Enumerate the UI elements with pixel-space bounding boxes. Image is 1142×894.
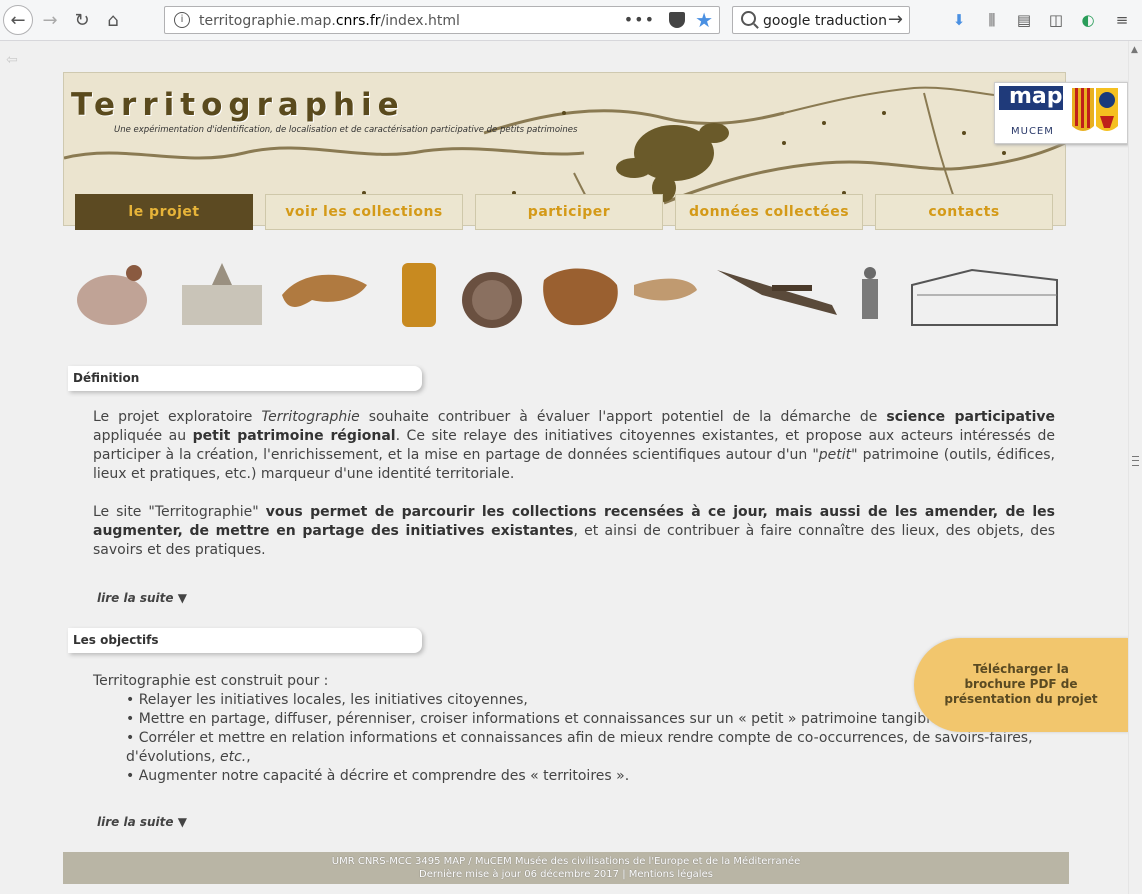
forward-button[interactable]: → — [36, 6, 64, 34]
page-actions-menu[interactable]: ••• — [624, 10, 655, 29]
home-icon: ⌂ — [107, 9, 119, 31]
page-scrollbar[interactable]: ▲ — [1128, 41, 1142, 894]
wooden-tool-illustration — [634, 278, 697, 301]
scroll-thumb[interactable] — [1132, 456, 1139, 466]
home-button[interactable]: ⌂ — [99, 6, 127, 34]
tab-le-projet[interactable]: le projet — [75, 194, 253, 230]
objectives-list: Territographie est construit pour : • Re… — [93, 672, 1055, 786]
search-icon — [741, 11, 756, 26]
definition-read-more-link[interactable]: lire la suite ▼ — [97, 591, 187, 605]
footer-credits: UMR CNRS-MCC 3495 MAP / MuCEM Musée des … — [331, 856, 801, 867]
site-footer: UMR CNRS-MCC 3495 MAP / MuCEM Musée des … — [63, 852, 1069, 884]
reload-button[interactable]: ↻ — [68, 6, 96, 34]
menu-icon[interactable]: ≡ — [1113, 11, 1131, 29]
search-go-icon[interactable]: → — [888, 9, 903, 30]
amber-block-illustration — [402, 263, 436, 327]
tab-donnees-collectees[interactable]: données collectées — [675, 194, 863, 230]
scroll-up-icon[interactable]: ▲ — [1131, 45, 1138, 55]
list-item: • Corréler et mettre en relation informa… — [126, 730, 1033, 765]
list-item: • Relayer les initiatives locales, les i… — [126, 692, 528, 708]
bookmark-star-icon[interactable]: ★ — [695, 8, 713, 32]
tab-participer[interactable]: participer — [475, 194, 663, 230]
sidebar-icon[interactable]: ◫ — [1047, 11, 1065, 29]
arrow-right-icon: → — [42, 9, 58, 31]
definition-paragraph-2: Le site "Territographie" vous permet de … — [93, 504, 1055, 558]
url-bar[interactable]: i territographie.map.cnrs.fr/index.html … — [164, 6, 720, 34]
partner-logos[interactable]: map MUCEM — [994, 82, 1128, 144]
farm-building-illustration — [911, 268, 1058, 326]
site-subtitle: Une expérimentation d'identification, de… — [114, 125, 578, 135]
search-bar[interactable]: google traduction → — [732, 6, 910, 34]
tab-contacts[interactable]: contacts — [875, 194, 1053, 230]
iron-hook-illustration — [282, 274, 367, 307]
library-icon[interactable]: ⫼ — [983, 11, 1001, 29]
reload-icon: ↻ — [74, 9, 90, 31]
list-item: • Mettre en partage, diffuser, pérennise… — [126, 711, 1036, 727]
wooden-block-illustration — [543, 268, 618, 326]
objectives-read-more-link[interactable]: lire la suite ▼ — [97, 815, 187, 829]
statuette-illustration — [862, 267, 878, 319]
iron-tool-illustration — [717, 270, 837, 315]
objectives-heading: Les objectifs — [68, 628, 422, 653]
back-button[interactable]: ← — [3, 5, 33, 35]
reader-icon[interactable]: ▤ — [1015, 11, 1033, 29]
pocket-icon[interactable] — [669, 12, 685, 28]
info-icon[interactable]: i — [174, 12, 190, 28]
definition-paragraph-1: Le projet exploratoire Territographie so… — [93, 409, 1056, 482]
page-back-arrow-icon: ⇦ — [6, 52, 18, 68]
site-title[interactable]: Territographie — [71, 87, 405, 123]
footer-update-legal[interactable]: Dernière mise à jour 06 décembre 2017 | … — [419, 869, 713, 880]
definition-heading: Définition — [68, 366, 422, 391]
map-mucem-logo[interactable]: map MUCEM — [999, 86, 1063, 138]
craftsmen-illustration — [77, 265, 147, 325]
sync-icon[interactable]: ◐ — [1079, 11, 1097, 29]
objectives-intro: Territographie est construit pour : — [93, 673, 329, 689]
browser-toolbar: ← → ↻ ⌂ i territographie.map.cnrs.fr/ind… — [0, 0, 1142, 41]
heritage-objects-strip — [77, 263, 1058, 328]
download-brochure-button[interactable]: Télécharger la brochure PDF de présentat… — [914, 638, 1129, 732]
url-text: territographie.map.cnrs.fr/index.html — [199, 13, 460, 29]
arrow-left-icon: ← — [10, 9, 26, 31]
search-input[interactable]: google traduction — [763, 13, 887, 29]
chapel-illustration — [182, 263, 262, 325]
brochure-label: Télécharger la brochure PDF de présentat… — [944, 662, 1098, 706]
download-icon[interactable]: ⬇ — [950, 11, 968, 29]
metal-helmet-illustration — [462, 272, 522, 328]
paca-region-logo[interactable] — [1070, 86, 1120, 138]
list-item: • Augmenter notre capacité à décrire et … — [126, 768, 630, 784]
tab-voir-les-collections[interactable]: voir les collections — [265, 194, 463, 230]
